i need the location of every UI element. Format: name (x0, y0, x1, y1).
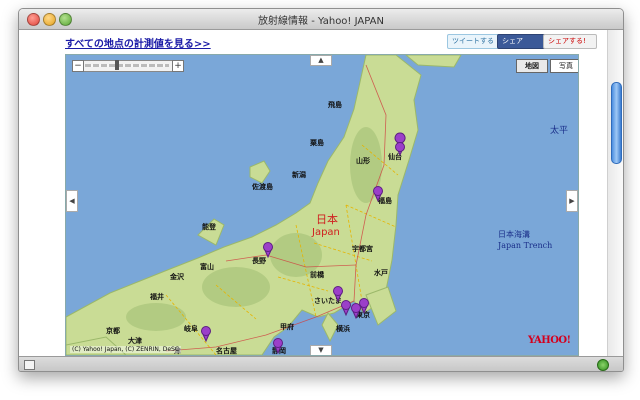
page-icon (24, 360, 35, 370)
label-mito: 水戸 (374, 268, 388, 277)
label-japan-jp: 日本 (316, 212, 338, 226)
view-all-locations-link[interactable]: すべての地点の計測値を見る>> (65, 35, 211, 50)
yahoo-share-button[interactable]: シェアする! (543, 34, 597, 49)
pan-down-button[interactable]: ▼ (310, 345, 332, 355)
label-nagoya: 名古屋 (216, 346, 237, 355)
label-gifu: 岐阜 (184, 324, 198, 333)
status-bar (19, 356, 623, 371)
zoom-handle[interactable] (115, 60, 119, 70)
label-yokohama: 横浜 (336, 324, 350, 333)
label-kanazawa: 金沢 (169, 272, 185, 281)
connection-status-icon (597, 359, 609, 371)
window-title: 放射線情報 - Yahoo! JAPAN (258, 16, 384, 27)
label-awashima: 粟島 (309, 138, 324, 147)
label-japan-trench-en: Japan Trench (497, 241, 552, 250)
label-maebashi: 前橋 (310, 270, 325, 279)
page-content: すべての地点の計測値を見る>> ツイートする シェア シェアする! 太平 日本海… (19, 30, 607, 356)
zoom-slider[interactable]: − + (72, 60, 184, 72)
pan-right-button[interactable]: ▶ (566, 190, 578, 212)
pan-left-button[interactable]: ◀ (66, 190, 78, 212)
label-japan-en: Japan (311, 227, 340, 238)
label-fukui: 福井 (149, 292, 164, 301)
label-utsunomiya: 宇都宮 (352, 244, 373, 253)
pan-up-button[interactable]: ▲ (310, 55, 332, 66)
radiation-map[interactable]: 太平 日本海溝 Japan Trench 日本 Japan 仙台 山形 福島 新… (65, 54, 579, 356)
scrollbar-thumb[interactable] (611, 82, 622, 164)
zoom-in-button[interactable]: + (172, 60, 184, 72)
map-graphic: 太平 日本海溝 Japan Trench 日本 Japan 仙台 山形 福島 新… (66, 55, 578, 355)
yahoo-logo: YAHOO! (528, 335, 571, 346)
label-kyoto: 京都 (106, 326, 120, 335)
map-type-photo-button[interactable]: 写真 (550, 59, 578, 73)
vertical-scrollbar[interactable] (607, 30, 623, 356)
title-bar: 放射線情報 - Yahoo! JAPAN (19, 9, 623, 30)
map-copyright: (C) Yahoo! Japan, (C) ZENRIN, DeSC (70, 346, 182, 353)
tweet-button[interactable]: ツイートする (447, 34, 501, 49)
label-tobishima: 飛島 (327, 100, 342, 109)
facebook-share-button[interactable]: シェア (497, 34, 547, 49)
label-kofu: 甲府 (280, 322, 294, 331)
label-nagano: 長野 (252, 256, 266, 265)
map-type-map-button[interactable]: 地図 (516, 59, 548, 73)
label-otsu: 大津 (128, 336, 142, 345)
label-niigata: 新潟 (292, 170, 306, 179)
label-japan-trench-jp: 日本海溝 (498, 229, 530, 239)
label-yamagata: 山形 (356, 156, 370, 165)
browser-window: 放射線情報 - Yahoo! JAPAN すべての地点の計測値を見る>> ツイー… (18, 8, 624, 372)
zoom-out-button[interactable]: − (72, 60, 84, 72)
label-sado: 佐渡島 (251, 182, 273, 191)
zoom-track[interactable] (85, 64, 169, 67)
label-noto: 能登 (202, 222, 217, 231)
label-toyama: 富山 (200, 262, 214, 271)
label-pacific: 太平 (550, 124, 568, 136)
